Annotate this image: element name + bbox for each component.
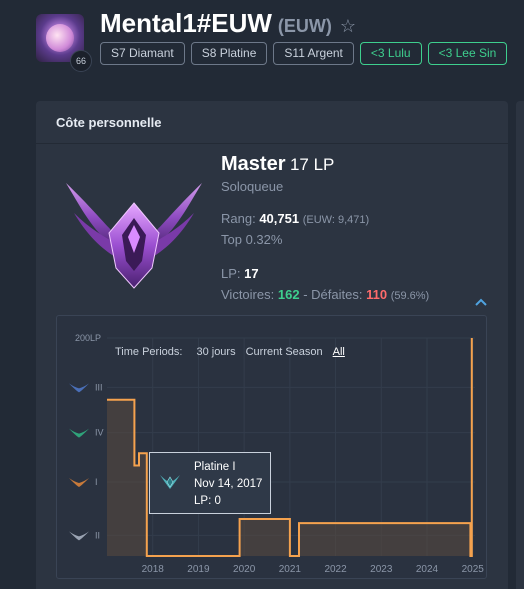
summoner-header: Mental1#EUW (EUW) ☆: [100, 8, 356, 39]
x-axis-label: 2020: [233, 564, 256, 575]
time-period-selector: Time Periods: 30 jours Current Season Al…: [115, 346, 345, 358]
x-axis-label: 2021: [279, 564, 302, 575]
lp-value: 17: [244, 266, 259, 281]
favorite-star-icon[interactable]: ☆: [340, 16, 356, 37]
tag-s7[interactable]: S7 Diamant: [100, 42, 185, 65]
summoner-name: Mental1#EUW: [100, 8, 272, 38]
y-axis-label: I: [95, 477, 98, 487]
time-period-label: Time Periods:: [115, 346, 183, 358]
wins-label: Victoires:: [221, 287, 275, 302]
summoner-region: (EUW): [277, 16, 332, 36]
rank-lp: 17 LP: [289, 155, 335, 174]
losses-value: 110: [366, 287, 388, 302]
rank-summary: Master 17 LP Soloqueue: [221, 153, 334, 194]
x-axis-label: 2019: [187, 564, 210, 575]
losses-label: Défaites:: [311, 287, 363, 302]
y-axis-label: III: [95, 382, 103, 392]
tier-emblem-icon: [69, 428, 89, 438]
win-loss-line: Victoires: 162 - Défaites: 110 (59.6%): [221, 287, 429, 302]
rank-tier: Master: [221, 153, 286, 175]
x-axis-label: 2025: [462, 564, 485, 575]
chart-tooltip: Platine I Nov 14, 2017 LP: 0: [149, 452, 271, 514]
card-title: Côte personnelle: [56, 115, 162, 130]
tag-s8[interactable]: S8 Platine: [190, 42, 268, 65]
side-card: [516, 101, 524, 589]
avatar-image: [46, 24, 74, 52]
lp-label: LP:: [221, 266, 241, 281]
master-emblem-icon: [66, 183, 202, 289]
lp-line: LP: 17: [221, 266, 259, 281]
card-divider: [36, 143, 508, 144]
rank-region: (EUW: 9,471): [302, 214, 370, 226]
x-axis-label: 2023: [370, 564, 393, 575]
queue-type: Soloqueue: [221, 179, 284, 194]
x-axis-label: 2024: [416, 564, 439, 575]
ladder-rank: Rang: 40,751 (EUW: 9,471): [221, 211, 369, 226]
tier-emblem-icon: [69, 383, 89, 393]
tier-emblem-icon: [69, 477, 89, 487]
period-current-season[interactable]: Current Season: [246, 346, 323, 358]
tooltip-lp: LP: 0: [194, 495, 221, 507]
winrate: (59.6%): [390, 290, 430, 302]
lp-history-chart: 200LP III IV I II 2018 2019 2020 2021 2022 2023 20…: [56, 315, 487, 579]
tag-leesin[interactable]: <3 Lee Sin: [427, 42, 508, 65]
y-axis-label: 200LP: [75, 333, 101, 343]
wins-losses-separator: -: [303, 287, 308, 302]
chevron-up-icon[interactable]: [474, 297, 488, 307]
period-all[interactable]: All: [333, 346, 345, 358]
tooltip-tier: Platine I: [194, 461, 236, 473]
rank-label: Rang:: [221, 211, 256, 226]
tooltip-date: Nov 14, 2017: [194, 478, 263, 490]
top-percent: Top 0.32%: [221, 232, 283, 247]
wins-value: 162: [277, 287, 300, 302]
x-axis-label: 2022: [324, 564, 347, 575]
rank-value: 40,751: [259, 211, 300, 226]
period-30-days[interactable]: 30 jours: [196, 346, 235, 358]
tag-list: S7 Diamant S8 Platine S11 Argent <3 Lulu…: [100, 42, 508, 65]
tag-lulu[interactable]: <3 Lulu: [359, 42, 422, 65]
y-axis-label: IV: [95, 428, 104, 438]
tag-s11[interactable]: S11 Argent: [273, 42, 354, 65]
personal-rating-card: Côte personnelle Master 17 LP Soloqueue …: [36, 101, 508, 589]
x-axis-label: 2018: [142, 564, 165, 575]
platinum-emblem-icon: [160, 475, 180, 489]
summoner-level-badge: 66: [70, 50, 92, 72]
y-axis-label: II: [95, 530, 100, 540]
tier-emblem-icon: [69, 531, 89, 541]
